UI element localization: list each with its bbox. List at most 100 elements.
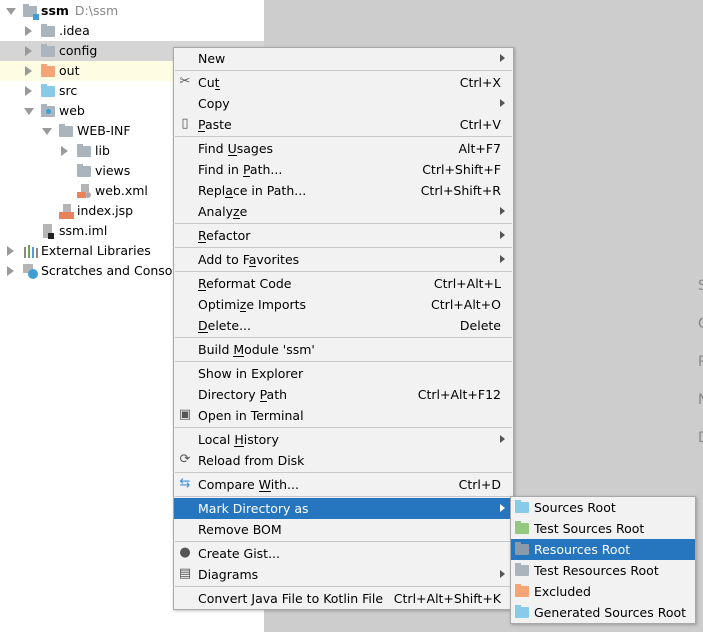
menu-item-shortcut: Ctrl+D (458, 477, 501, 492)
menu-item-cut[interactable]: ✂ Cut Ctrl+X (174, 72, 513, 93)
menu-item-add-to-favorites[interactable]: Add to Favorites (174, 249, 513, 270)
folder-icon (77, 164, 91, 177)
tree-item-label: ssm D:\ssm (41, 1, 118, 21)
menu-item-directory-path[interactable]: Directory Path Ctrl+Alt+F12 (174, 384, 513, 405)
context-menu: New ✂ Cut Ctrl+X Copy ▯ Paste Ctrl+V Find Usages… (173, 47, 514, 610)
menu-item-build-module-ssm[interactable]: Build Module 'ssm' (174, 339, 513, 360)
menu-item-shortcut: Alt+F7 (458, 141, 501, 156)
mnemonic-underline (214, 89, 220, 90)
folder-icon (41, 44, 55, 57)
right-panel-letter: N (698, 392, 703, 408)
menu-item-create-gist[interactable]: ● Create Gist... (174, 543, 513, 564)
menu-item-diagrams[interactable]: ▤ Diagrams (174, 564, 513, 585)
tree-item-path: D:\ssm (74, 3, 119, 18)
submenu-item-generated-sources-root[interactable]: Generated Sources Root (511, 602, 695, 623)
mnemonic-underline (198, 242, 207, 243)
chevron-right-icon[interactable] (25, 26, 32, 36)
menu-item-find-in-path[interactable]: Find in Path... Ctrl+Shift+F (174, 159, 513, 180)
tree-item-name: views (95, 163, 131, 178)
menu-item-reformat-code[interactable]: Reformat Code Ctrl+Alt+L (174, 273, 513, 294)
submenu-item-sources-root[interactable]: Sources Root (511, 497, 695, 518)
chevron-right-icon[interactable] (7, 246, 14, 256)
mnemonic-underline (198, 131, 205, 132)
menu-item-mark-directory-as[interactable]: Mark Directory as (174, 498, 513, 519)
tree-item-name: src (59, 83, 78, 98)
menu-item-label: Replace in Path... (198, 183, 307, 198)
tree-item-label: Scratches and Consoles (41, 261, 190, 281)
menu-item-reload-from-disk[interactable]: ⟳ Reload from Disk (174, 450, 513, 471)
resources-root-icon (515, 542, 529, 555)
module-folder-icon (23, 4, 39, 20)
submenu-item-excluded[interactable]: Excluded (511, 581, 695, 602)
jsp-file-icon (59, 204, 74, 219)
tree-item-ssm[interactable]: ssm D:\ssm (0, 1, 264, 21)
menu-item-find-usages[interactable]: Find Usages Alt+F7 (174, 138, 513, 159)
menu-separator (175, 337, 512, 338)
tree-item-name: index.jsp (77, 203, 134, 218)
tree-item-label: web.xml (95, 181, 148, 201)
menu-separator (175, 427, 512, 428)
menu-item-label: Convert Java File to Kotlin File (198, 591, 384, 606)
menu-item-label: Find in Path... (198, 162, 283, 177)
menu-item-label: Copy (198, 96, 230, 111)
menu-separator (175, 136, 512, 137)
menu-item-shortcut: Ctrl+Alt+F12 (417, 387, 501, 402)
clipboard-icon: ▯ (181, 116, 189, 131)
tree-item-name: out (59, 63, 80, 78)
submenu-item-label: Resources Root (534, 542, 631, 557)
menu-item-paste[interactable]: ▯ Paste Ctrl+V (174, 114, 513, 135)
menu-item-label: Compare With... (198, 477, 299, 492)
chevron-down-icon[interactable] (24, 108, 34, 115)
excluded-folder-icon (41, 64, 55, 77)
test-sources-root-icon (515, 521, 529, 534)
menu-item-convert-java-file-to-kotlin-file[interactable]: Convert Java File to Kotlin File Ctrl+Alt… (174, 588, 513, 609)
source-folder-icon (41, 84, 55, 97)
scissors-icon: ✂ (179, 74, 191, 89)
menu-item-replace-in-path[interactable]: Replace in Path... Ctrl+Shift+R (174, 180, 513, 201)
submenu-item-label: Excluded (534, 584, 591, 599)
chevron-right-icon[interactable] (61, 146, 68, 156)
menu-item-open-in-terminal[interactable]: ▣ Open in Terminal (174, 405, 513, 426)
mnemonic-underline (234, 446, 244, 447)
chevron-down-icon[interactable] (6, 8, 16, 15)
submenu-item-test-resources-root[interactable]: Test Resources Root (511, 560, 695, 581)
tree-item-name: External Libraries (41, 243, 151, 258)
iml-file-icon (41, 224, 55, 239)
menu-item-analyze[interactable]: Analyze (174, 201, 513, 222)
tree-item-name: WEB-INF (77, 123, 131, 138)
menu-separator (175, 361, 512, 362)
menu-item-delete[interactable]: Delete... Delete (174, 315, 513, 336)
menu-item-label: Reload from Disk (198, 453, 305, 468)
tree-item-name: web (59, 103, 85, 118)
menu-item-new[interactable]: New (174, 48, 513, 69)
chevron-down-icon[interactable] (42, 128, 52, 135)
menu-item-copy[interactable]: Copy (174, 93, 513, 114)
menu-separator (175, 472, 512, 473)
submenu-arrow-icon (500, 435, 505, 443)
submenu-arrow-icon (500, 504, 505, 512)
menu-item-label: Optimize Imports (198, 297, 307, 312)
menu-item-label: Build Module 'ssm' (198, 342, 315, 357)
mnemonic-underline (242, 176, 250, 177)
menu-item-optimize-imports[interactable]: Optimize Imports Ctrl+Alt+O (174, 294, 513, 315)
menu-item-label: Diagrams (198, 567, 259, 582)
xml-file-icon (77, 184, 91, 199)
chevron-right-icon[interactable] (7, 266, 14, 276)
submenu-arrow-icon (500, 231, 505, 239)
sources-root-icon (515, 500, 529, 513)
chevron-right-icon[interactable] (25, 46, 32, 56)
menu-item-refactor[interactable]: Refactor (174, 225, 513, 246)
menu-separator (175, 586, 512, 587)
menu-item-remove-bom[interactable]: Remove BOM (174, 519, 513, 540)
tree-item-name: .idea (59, 23, 90, 38)
tree-item--idea[interactable]: .idea (0, 21, 264, 41)
chevron-right-icon[interactable] (25, 86, 32, 96)
submenu-item-test-sources-root[interactable]: Test Sources Root (511, 518, 695, 539)
mnemonic-underline (198, 332, 208, 333)
submenu-item-resources-root[interactable]: Resources Root (511, 539, 695, 560)
menu-item-show-in-explorer[interactable]: Show in Explorer (174, 363, 513, 384)
menu-item-compare-with[interactable]: ⇆ Compare With... Ctrl+D (174, 474, 513, 495)
generated-sources-root-icon (515, 605, 529, 618)
menu-item-local-history[interactable]: Local History (174, 429, 513, 450)
chevron-right-icon[interactable] (25, 66, 32, 76)
